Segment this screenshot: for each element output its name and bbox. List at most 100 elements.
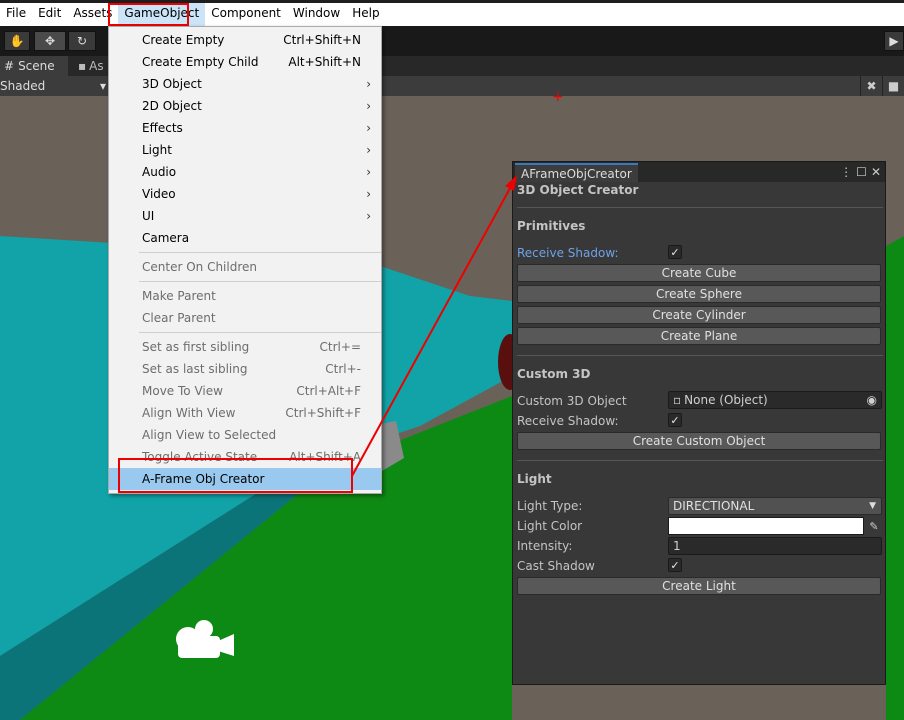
menu-item-label: UI [142,209,155,223]
menu-item-effects[interactable]: Effects › [109,117,381,139]
intensity-input[interactable]: 1 [668,537,882,555]
custom-receive-shadow-checkbox[interactable]: ✓ [668,413,682,427]
window-title: 3D Object Creator [517,183,639,197]
grid-icon: # [4,59,15,73]
menu-item-align-view-to-selected[interactable]: Align View to Selected [109,424,381,446]
eyedropper-icon[interactable]: ✎ [866,517,882,535]
menu-item-label: 2D Object [142,99,202,113]
menu-help[interactable]: Help [346,0,385,26]
menu-item-3d-object[interactable]: 3D Object › [109,73,381,95]
tab-asset-label: As [89,59,104,73]
menu-item-aframe-obj-creator[interactable]: A-Frame Obj Creator [109,468,381,490]
light-color-label: Light Color [517,519,583,533]
maximize-icon[interactable]: ☐ [856,165,867,179]
menu-gameobject[interactable]: GameObject [118,0,206,26]
menu-item-create-empty-child[interactable]: Create Empty Child Alt+Shift+N [109,51,381,73]
more-options-icon[interactable]: ⋮ [840,165,852,179]
title-strip [0,0,904,3]
create-plane-button[interactable]: Create Plane [517,327,881,345]
menu-item-ui[interactable]: UI › [109,205,381,227]
chevron-down-icon: ▾ [99,79,106,93]
checkmark-icon: ✓ [670,245,680,259]
divider [517,207,883,208]
play-button[interactable]: ▶ [884,31,904,51]
menu-item-camera[interactable]: Camera [109,227,381,249]
asset-store-icon: ▪ [78,59,87,73]
cast-shadow-checkbox[interactable]: ✓ [668,558,682,572]
chevron-right-icon: › [366,165,371,179]
menu-window[interactable]: Window [287,0,346,26]
menu-file[interactable]: File [0,0,32,26]
light-type-select[interactable]: DIRECTIONAL ▼ [668,497,882,515]
menu-item-label: Toggle Active State [142,450,258,464]
object-picker-icon[interactable]: ◉ [867,393,877,407]
shortcut-label: Alt+Shift+N [288,55,361,69]
window-header: AFrameObjCreator ⋮ ☐ ✕ [513,162,885,182]
menu-item-align-with-view[interactable]: Align With View Ctrl+Shift+F [109,402,381,424]
menu-item-label: Create Empty [142,33,225,47]
menu-item-label: Center On Children [142,260,257,274]
menu-item-set-last-sibling[interactable]: Set as last sibling Ctrl+- [109,358,381,380]
tab-asset-store[interactable]: ▪ As [72,56,112,76]
shortcut-label: Ctrl+= [319,340,361,354]
rotate-tool-button[interactable]: ↻ [68,31,96,51]
menu-item-2d-object[interactable]: 2D Object › [109,95,381,117]
menu-item-create-empty[interactable]: Create Empty Ctrl+Shift+N [109,29,381,51]
camera-settings-icon[interactable]: ■ [882,76,904,96]
chevron-right-icon: › [366,209,371,223]
custom-receive-shadow-label: Receive Shadow: [517,414,619,428]
menu-item-label: Make Parent [142,289,216,303]
hand-tool-button[interactable]: ✋ [4,31,30,51]
shortcut-label: Ctrl+- [325,362,361,376]
green-plane-right [886,236,904,720]
tools-icon[interactable]: ✖ [860,76,882,96]
primitives-receive-shadow-checkbox[interactable]: ✓ [668,245,682,259]
menu-assets[interactable]: Assets [67,0,118,26]
create-light-button[interactable]: Create Light [517,577,881,595]
menu-item-make-parent[interactable]: Make Parent [109,285,381,307]
window-tab[interactable]: AFrameObjCreator [515,163,638,182]
menu-item-light[interactable]: Light › [109,139,381,161]
menu-item-set-first-sibling[interactable]: Set as first sibling Ctrl+= [109,336,381,358]
create-sphere-button[interactable]: Create Sphere [517,285,881,303]
chevron-right-icon: › [366,187,371,201]
custom-object-value: None (Object) [684,393,768,407]
menu-bar: File Edit Assets GameObject Component Wi… [0,0,904,26]
close-icon[interactable]: ✕ [871,165,881,179]
primitives-receive-shadow-label: Receive Shadow: [517,246,619,260]
menu-item-label: Clear Parent [142,311,216,325]
custom-object-field[interactable]: ▫ None (Object) ◉ [668,391,882,409]
create-custom-object-button[interactable]: Create Custom Object [517,432,881,450]
tab-scene-label: Scene [18,59,55,73]
menu-item-video[interactable]: Video › [109,183,381,205]
menu-item-toggle-active-state[interactable]: Toggle Active State Alt+Shift+A [109,446,381,468]
tab-scene[interactable]: # Scene [0,56,68,76]
menu-item-audio[interactable]: Audio › [109,161,381,183]
light-color-field[interactable] [668,517,864,535]
menu-edit[interactable]: Edit [32,0,67,26]
hand-icon: ✋ [9,34,25,48]
menu-item-move-to-view[interactable]: Move To View Ctrl+Alt+F [109,380,381,402]
menu-component[interactable]: Component [205,0,287,26]
menu-item-center-on-children[interactable]: Center On Children [109,256,381,278]
intensity-label: Intensity: [517,539,573,553]
move-icon: ✥ [44,34,56,48]
create-cylinder-button[interactable]: Create Cylinder [517,306,881,324]
shading-mode-dropdown[interactable]: Shaded ▾ [0,76,108,96]
divider [517,355,883,356]
shortcut-label: Ctrl+Shift+F [285,406,361,420]
menu-item-label: Align View to Selected [142,428,277,442]
create-cube-button[interactable]: Create Cube [517,264,881,282]
menu-item-label: Effects [142,121,183,135]
chevron-right-icon: › [366,143,371,157]
custom-object-label: Custom 3D Object [517,394,627,408]
move-tool-button[interactable]: ✥ [34,31,66,51]
menu-item-label: Audio [142,165,177,179]
play-icon: ▶ [889,34,899,48]
light-type-value: DIRECTIONAL [673,499,755,513]
menu-item-clear-parent[interactable]: Clear Parent [109,307,381,329]
scene-tools: ✖ ■ [860,76,904,96]
light-type-label: Light Type: [517,499,583,513]
menu-item-label: Set as last sibling [142,362,248,376]
menu-separator [139,252,381,253]
